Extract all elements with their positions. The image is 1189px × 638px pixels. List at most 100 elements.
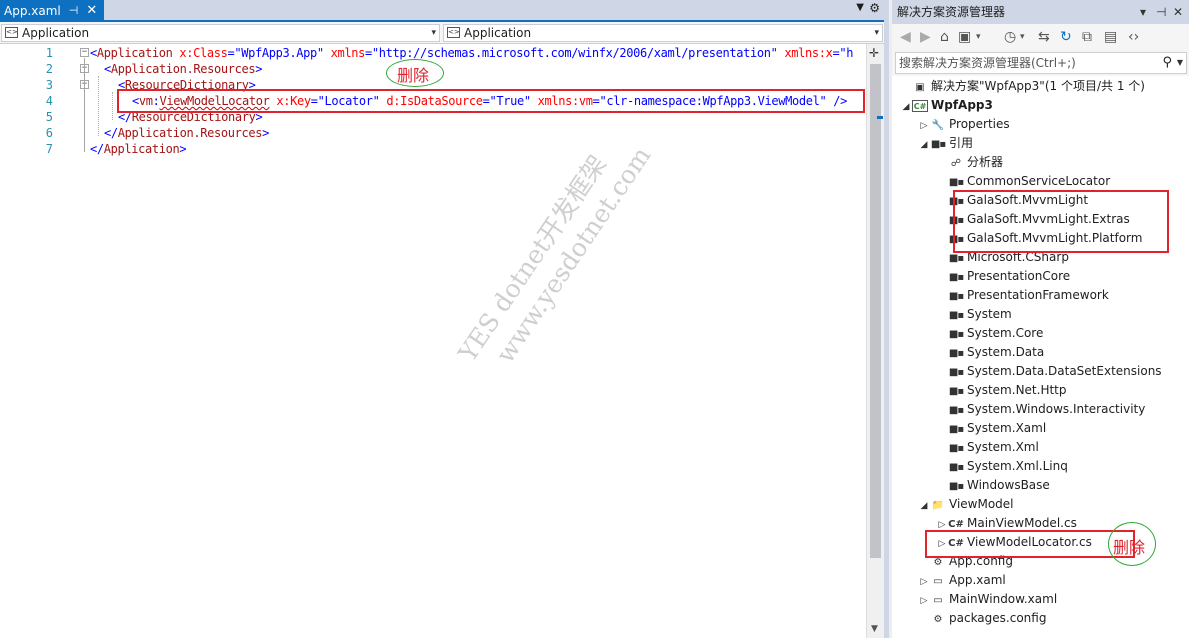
line-number: 4 (45, 94, 53, 108)
refresh-icon[interactable]: ↻ (1060, 29, 1072, 45)
tree-reference-item[interactable]: ■▪ System.Net.Http (936, 381, 1067, 400)
split-window-icon[interactable]: ✛ (869, 46, 879, 60)
panel-title: 解决方案资源管理器 (897, 5, 1006, 19)
expanded-arrow-icon[interactable]: ◢ (918, 136, 930, 155)
tree-reference-item[interactable]: ■▪ System.Xaml (936, 419, 1046, 438)
search-icon[interactable]: ⚲ (1162, 53, 1172, 73)
fold-collapse-icon[interactable]: − (80, 48, 89, 57)
tab-app-xaml[interactable]: App.xaml ⊣ ✕ (0, 0, 104, 22)
switch-views-icon[interactable]: ▣ (958, 29, 971, 45)
pin-icon[interactable]: ⊣ (1156, 0, 1166, 24)
line-number-gutter: 1 2 3 4 5 6 7 (0, 44, 60, 638)
tree-reference-item[interactable]: ■▪ PresentationFramework (936, 286, 1109, 305)
tree-item-label: PresentationCore (967, 269, 1071, 283)
line-number: 7 (45, 142, 53, 156)
tree-reference-item[interactable]: ■▪ System (936, 305, 1012, 324)
tree-reference-item[interactable]: ■▪ System.Core (936, 324, 1043, 343)
annotation-box-code (117, 89, 865, 113)
collapse-all-icon[interactable]: ⧉ (1082, 29, 1092, 45)
element-icon: <> (447, 27, 460, 38)
document-tab-strip: App.xaml ⊣ ✕ ▼ ⚙ (0, 0, 884, 22)
code-token: Application (96, 46, 173, 60)
tree-item-icon: ■▪ (948, 462, 964, 473)
code-editor[interactable]: <Application x:Class="WpfApp3.App" xmlns… (90, 45, 866, 638)
editor-pane: App.xaml ⊣ ✕ ▼ ⚙ <> Application ▾ <> App… (0, 0, 884, 638)
line-number: 2 (45, 62, 53, 76)
code-line: <Application x:Class = "WpfApp3.App" xmlns… (90, 45, 853, 61)
code-view-icon[interactable]: ‹› (1128, 29, 1139, 45)
tree-mainwindow-xaml[interactable]: ▷ ▭ MainWindow.xaml (918, 590, 1058, 609)
pending-changes-icon[interactable]: ◷ (1004, 29, 1016, 45)
settings-gear-icon[interactable]: ⚙ (869, 1, 880, 15)
chevron-down-icon[interactable]: ▼ (1177, 53, 1183, 73)
forward-icon[interactable]: ▶ (920, 29, 931, 45)
tree-reference-item[interactable]: ■▪ PresentationCore (936, 267, 1070, 286)
tree-reference-item[interactable]: ■▪ CommonServiceLocator (936, 172, 1110, 191)
annotation-box-viewmodellocator (925, 530, 1135, 558)
line-number: 3 (45, 78, 53, 92)
chevron-down-icon[interactable]: ▾ (976, 32, 981, 42)
code-line: <Application.Resources> (104, 61, 262, 77)
nav-dropdown-left[interactable]: <> Application ▾ (1, 24, 440, 42)
tab-overflow-icon[interactable]: ▼ (856, 2, 864, 13)
annotation-delete-label: 删除 (397, 66, 430, 85)
scrollbar-thumb[interactable] (870, 64, 881, 558)
tree-properties[interactable]: ▷ 🔧 Properties (918, 115, 1010, 134)
pane-splitter[interactable] (884, 0, 892, 638)
expanded-arrow-icon[interactable]: ◢ (918, 497, 930, 516)
code-token: Application.Resources (110, 62, 256, 76)
tree-reference-item[interactable]: ■▪ System.Xml.Linq (936, 457, 1068, 476)
code-token: xmlns:x (777, 46, 833, 60)
tree-item-label: 引用 (949, 136, 974, 150)
nav-dropdown-right[interactable]: <> Application ▾ (443, 24, 883, 42)
tree-app-xaml[interactable]: ▷ ▭ App.xaml (918, 571, 1006, 590)
tree-packages-config[interactable]: ⚙ packages.config (918, 609, 1047, 628)
tree-item-label: System.Xaml (967, 421, 1047, 435)
tree-item-label: System (967, 307, 1012, 321)
caret-marker (877, 116, 883, 119)
dropdown-icon[interactable]: ▾ (1140, 0, 1146, 24)
close-icon[interactable]: ✕ (1173, 0, 1183, 24)
code-token: "WpfApp3.App" (234, 46, 324, 60)
tree-reference-item[interactable]: ■▪ System.Xml (936, 438, 1039, 457)
close-icon[interactable]: ✕ (86, 0, 97, 22)
solution-search-input[interactable]: 搜索解决方案资源管理器(Ctrl+;) ⚲ ▼ (895, 52, 1187, 74)
scroll-down-icon[interactable]: ▼ (871, 624, 878, 634)
chevron-down-icon[interactable]: ▾ (1020, 32, 1025, 42)
navigation-bar: <> Application ▾ <> Application ▾ (0, 22, 884, 44)
tree-reference-item[interactable]: ■▪ System.Windows.Interactivity (936, 400, 1145, 419)
code-token: < (104, 62, 111, 76)
solution-explorer-toolbar: ◀ ▶ ⌂ ▣ ▾ ◷ ▾ ⇆ ↻ ⧉ ▤ ‹› (892, 24, 1189, 52)
expanded-arrow-icon[interactable]: ◢ (900, 98, 912, 117)
tree-reference-item[interactable]: ■▪ System.Data (936, 343, 1044, 362)
home-icon[interactable]: ⌂ (940, 29, 949, 45)
nav-left-value: Application (22, 26, 90, 40)
code-token: Application (103, 142, 180, 156)
sync-icon[interactable]: ⇆ (1038, 29, 1050, 45)
tree-item-label: MainViewModel.cs (967, 516, 1077, 530)
tree-solution[interactable]: ▣ 解决方案"WpfApp3"(1 个项目/共 1 个) (900, 77, 1145, 96)
tree-item-icon: 🔧 (931, 120, 945, 131)
tree-item-label: System.Windows.Interactivity (967, 402, 1146, 416)
code-line: </Application.Resources> (104, 125, 269, 141)
line-number: 5 (45, 110, 53, 124)
chevron-down-icon: ▾ (431, 28, 436, 38)
tree-item-icon: ■▪ (948, 348, 964, 359)
show-all-files-icon[interactable]: ▤ (1104, 29, 1117, 45)
line-number: 1 (45, 46, 53, 60)
tree-item-icon: C# (912, 100, 928, 112)
code-token: < (90, 46, 97, 60)
tree-analyzer[interactable]: ☍ 分析器 (936, 153, 1003, 172)
tree-references[interactable]: ◢ ■▪ 引用 (918, 134, 973, 153)
fold-line (84, 58, 85, 152)
tree-item-icon: ■▪ (948, 386, 964, 397)
tree-reference-item[interactable]: ■▪ WindowsBase (936, 476, 1050, 495)
tree-project[interactable]: ◢ C# WpfApp3 (900, 96, 993, 115)
tree-item-icon: ■▪ (948, 481, 964, 492)
pin-icon[interactable]: ⊣ (69, 0, 79, 22)
tree-viewmodel-folder[interactable]: ◢ 📁 ViewModel (918, 495, 1014, 514)
tree-item-icon: ■▪ (948, 272, 964, 283)
back-icon[interactable]: ◀ (900, 29, 911, 45)
code-token: "h (839, 46, 854, 60)
tree-reference-item[interactable]: ■▪ System.Data.DataSetExtensions (936, 362, 1162, 381)
